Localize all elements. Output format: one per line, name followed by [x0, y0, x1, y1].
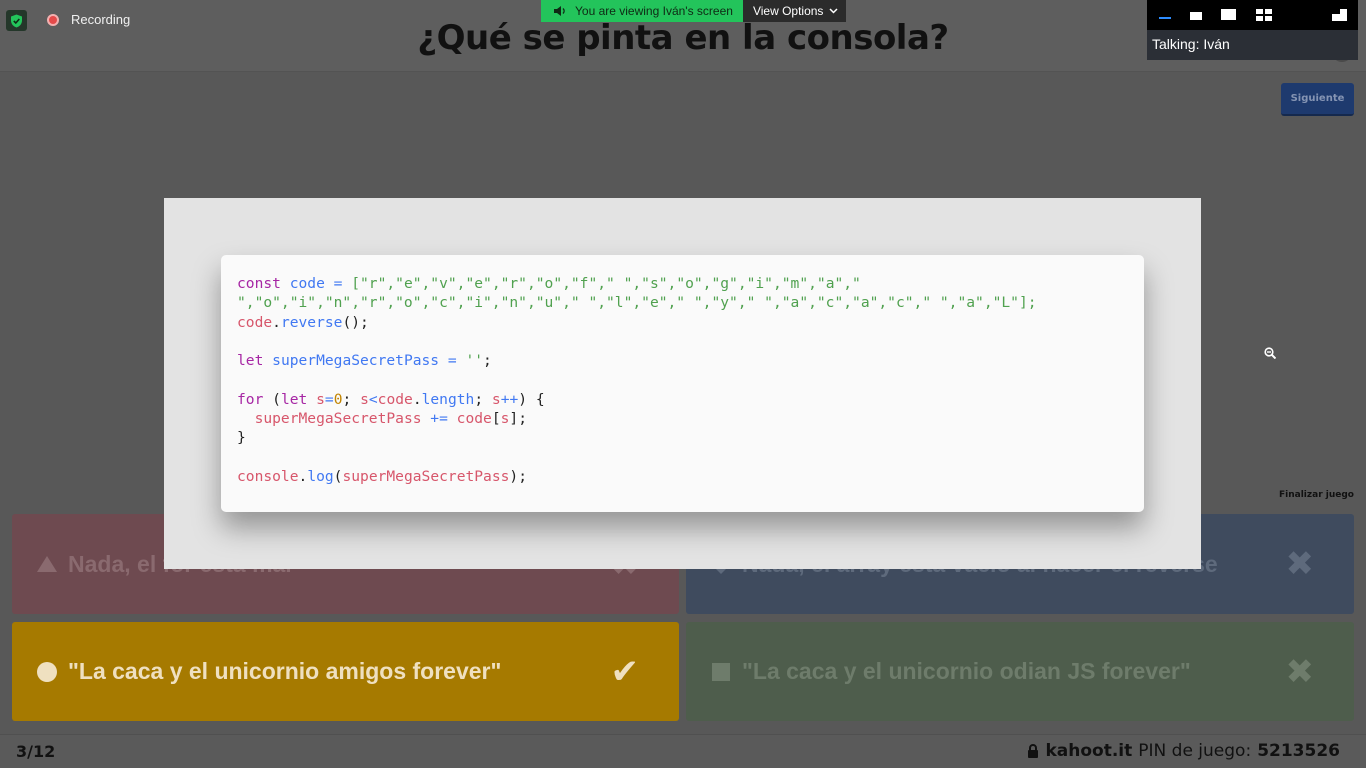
- code-line: code.reverse();: [237, 313, 1128, 332]
- question-counter: 3/12: [16, 742, 56, 761]
- code-token: ","o","i","n","r","o","c","i","n","u"," …: [237, 294, 1037, 312]
- checkmark-icon: ✔: [610, 651, 640, 692]
- code-token: length: [421, 390, 475, 408]
- recording-icon: [47, 14, 59, 26]
- code-token: s: [316, 390, 325, 408]
- code-token: superMegaSecretPass: [254, 410, 422, 428]
- code-token: ;: [342, 390, 361, 408]
- cross-icon: ✖: [1285, 544, 1315, 584]
- zoom-out-cursor-icon: [1264, 347, 1276, 359]
- code-token: code: [456, 410, 492, 428]
- end-game-link[interactable]: Finalizar juego: [1260, 490, 1354, 500]
- code-token: code: [289, 275, 325, 292]
- code-token: console: [237, 467, 299, 485]
- talking-indicator: Talking: Iván: [1152, 36, 1230, 52]
- active-speaker-panel: Talking: Iván: [1147, 0, 1358, 60]
- code-token: const: [237, 275, 290, 292]
- code-token: <: [368, 390, 378, 408]
- triangle-icon: [37, 556, 57, 572]
- code-token: =: [324, 390, 334, 408]
- game-pin-area: kahoot.it PIN de juego: 5213526: [1027, 741, 1340, 761]
- code-token: ;: [483, 352, 492, 370]
- exit-fullscreen-icon[interactable]: [1332, 9, 1347, 21]
- large-view-icon[interactable]: [1221, 9, 1236, 20]
- gallery-view-icon[interactable]: [1256, 9, 1272, 21]
- screen-share-banner: You are viewing Iván's screen View Optio…: [541, 0, 847, 22]
- code-token: let: [237, 352, 264, 370]
- circle-icon: [37, 661, 57, 682]
- minimize-video-icon[interactable]: [1159, 17, 1171, 19]
- recording-label: Recording: [71, 12, 131, 27]
- speaker-icon: [554, 6, 565, 16]
- code-line: let superMegaSecretPass = '';: [237, 351, 1128, 370]
- code-token: code: [237, 313, 273, 331]
- speaker-view-icon[interactable]: [1190, 12, 1202, 20]
- code-token: ];: [509, 410, 527, 428]
- code-token: let: [280, 390, 308, 408]
- code-token: (: [263, 390, 281, 408]
- chevron-down-icon: [829, 8, 838, 14]
- view-options-button[interactable]: View Options: [742, 0, 847, 22]
- code-token: code: [377, 390, 413, 408]
- code-token: ) {: [518, 390, 545, 408]
- answer-option-4[interactable]: "La caca y el unicornio odian JS forever…: [686, 622, 1354, 721]
- code-line: const code = ["r","e","v","e","r","o","f…: [237, 274, 1128, 293]
- code-token: for: [237, 390, 264, 408]
- kahoot-site: kahoot.it: [1045, 741, 1133, 761]
- viewing-screen-notice: You are viewing Iván's screen: [541, 0, 743, 22]
- code-token: ;: [474, 390, 492, 408]
- code-token: s: [360, 390, 369, 408]
- code-token: superMegaSecretPass: [342, 467, 510, 485]
- code-token: reverse: [280, 313, 343, 331]
- lock-icon: [1028, 743, 1039, 758]
- code-token: .: [412, 390, 422, 408]
- code-token: .: [298, 467, 308, 485]
- code-line: superMegaSecretPass += code[s];: [237, 409, 1128, 428]
- answer-option-3[interactable]: "La caca y el unicornio amigos forever" …: [12, 622, 679, 721]
- code-line: for (let s=0; s<code.length; s++) {: [237, 390, 1128, 409]
- code-token: '': [465, 352, 484, 370]
- code-token: );: [509, 467, 527, 485]
- code-token: superMegaSecretPass: [272, 352, 440, 370]
- code-token: =: [439, 352, 466, 370]
- code-token: [: [491, 410, 501, 428]
- code-line: console.log(superMegaSecretPass);: [237, 467, 1128, 486]
- share-banner-text: You are viewing Iván's screen: [575, 4, 733, 18]
- code-line: }: [237, 428, 1128, 447]
- code-token: }: [237, 429, 246, 447]
- security-shield-icon[interactable]: [6, 10, 27, 31]
- pin-value: 5213526: [1257, 741, 1340, 761]
- code-snippet: const code = ["r","e","v","e","r","o","f…: [221, 255, 1144, 512]
- code-token: +=: [421, 410, 457, 428]
- code-token: .: [272, 313, 281, 331]
- code-token: log: [307, 467, 334, 485]
- code-token: ["r","e","v","e","r","o","f"," ","s","o"…: [351, 275, 861, 292]
- code-token: =: [324, 275, 352, 292]
- code-token: ++: [500, 390, 519, 408]
- code-token: s: [491, 390, 501, 408]
- view-options-label: View Options: [752, 4, 824, 18]
- code-line: ","o","i","n","r","o","c","i","n","u"," …: [237, 293, 1128, 312]
- next-button[interactable]: Siguiente: [1281, 83, 1354, 116]
- code-token: ();: [342, 313, 369, 331]
- cross-icon: ✖: [1285, 651, 1315, 692]
- video-layout-bar: [1147, 0, 1358, 30]
- square-icon: [712, 662, 730, 681]
- pin-label: PIN de juego:: [1138, 741, 1252, 761]
- answer-text: "La caca y el unicornio amigos forever": [68, 658, 502, 684]
- answer-text: "La caca y el unicornio odian JS forever…: [742, 658, 1191, 684]
